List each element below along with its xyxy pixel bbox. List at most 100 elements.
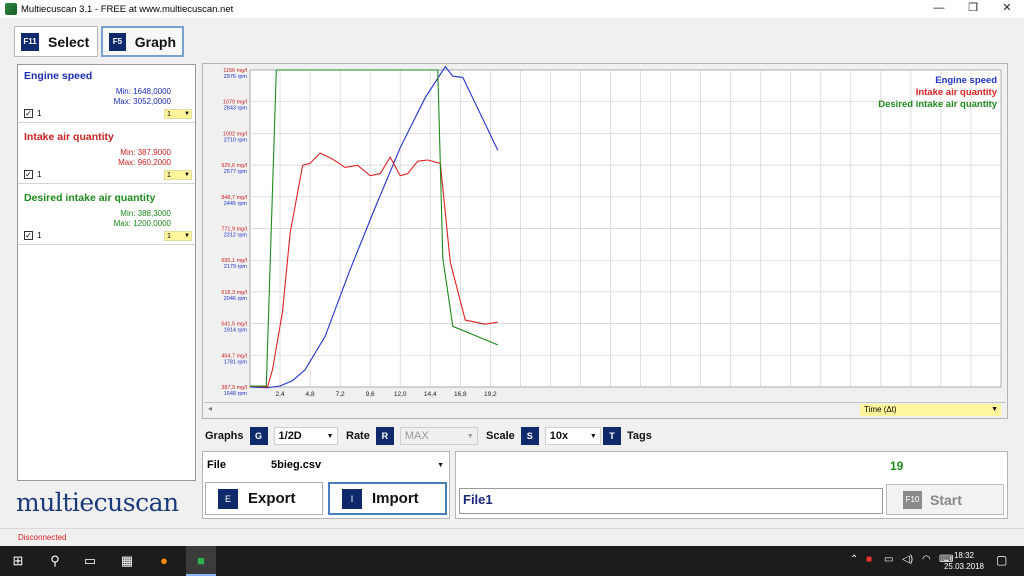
x-tick-label: 12,0 (394, 391, 407, 398)
param-dropdown[interactable]: 1 ▼ (164, 231, 192, 241)
start-button[interactable]: F10 Start (886, 484, 1004, 515)
notifications-icon[interactable]: ▢ (996, 553, 1007, 567)
param-min: Min: 388,3000 (120, 209, 171, 218)
param-checkbox[interactable]: ✓ (24, 170, 33, 179)
x-tick-label: 4,8 (306, 391, 315, 398)
task-view-icon[interactable]: ▭ (82, 553, 98, 569)
rate-label: Rate (346, 430, 370, 442)
chevron-down-icon: ▼ (589, 432, 597, 440)
tab-graph[interactable]: F5 Graph (101, 26, 184, 57)
param-intake-air[interactable]: Intake air quantity Min: 387,9000 Max: 9… (18, 126, 195, 184)
minimize-button[interactable]: — (922, 0, 956, 18)
param-dropdown[interactable]: 1 ▼ (164, 109, 192, 119)
y-tick-label-rpm: 1914 rpm (224, 328, 248, 334)
close-button[interactable]: ✕ (990, 0, 1024, 18)
chevron-down-icon: ▼ (184, 111, 190, 117)
chevron-down-icon: ▼ (184, 233, 190, 239)
param-max: Max: 960,2000 (118, 158, 171, 167)
scale-select[interactable]: 10x ▼ (544, 427, 601, 445)
maximize-button[interactable]: ❐ (956, 0, 990, 18)
x-tick-label: 19,2 (484, 391, 497, 398)
y-tick-label-rpm: 2179 rpm (224, 264, 248, 270)
search-icon[interactable]: ⚲ (47, 553, 63, 569)
rate-select-value: MAX (404, 430, 429, 442)
graphs-key: G (249, 427, 268, 445)
graphs-select[interactable]: 1/2D ▼ (273, 427, 338, 445)
windows-start-icon[interactable]: ⊞ (10, 553, 26, 569)
start-label: Start (930, 491, 962, 508)
chevron-down-icon: ▼ (991, 406, 998, 413)
legend-entry: Desired intake air quantity (878, 99, 998, 110)
param-count: 1 (37, 170, 42, 179)
antivirus-icon[interactable]: ■ (866, 554, 872, 565)
export-label: Export (248, 490, 296, 507)
file-select[interactable]: 5bieg.csv ▼ (269, 457, 447, 474)
app-icon (5, 3, 17, 15)
graphs-control: Graphs G 1/2D ▼ (205, 427, 338, 445)
taskbar-clock[interactable]: 18:32 25.03.2018 (944, 550, 984, 572)
y-tick-label-rpm: 2577 rpm (224, 169, 248, 175)
title-bar: Multiecuscan 3.1 - FREE at www.multiecus… (0, 0, 1024, 18)
x-tick-label: 7,2 (336, 391, 345, 398)
window-title: Multiecuscan 3.1 - FREE at www.multiecus… (21, 3, 234, 15)
export-key: E (218, 488, 238, 509)
sample-count: 19 (890, 459, 904, 473)
multiecuscan-taskbar-item[interactable]: ■ (186, 546, 216, 576)
scale-control: Scale S 10x ▼ (486, 427, 601, 445)
tags-control[interactable]: T Tags (603, 427, 652, 445)
param-desired-intake-air[interactable]: Desired intake air quantity Min: 388,300… (18, 187, 195, 245)
tab-select[interactable]: F11 Select (14, 26, 98, 57)
param-checkbox[interactable]: ✓ (24, 231, 33, 240)
recording-name-field[interactable]: File1 (459, 488, 883, 514)
show-hidden-icons-icon[interactable]: ⌃ (850, 554, 858, 565)
param-dropdown[interactable]: 1 ▼ (164, 170, 192, 180)
param-checkbox[interactable]: ✓ (24, 109, 33, 118)
file-panel: File 5bieg.csv ▼ E Export I Import (202, 451, 450, 519)
taskbar: ⊞ ⚲ ▭ ▦ ● ■ ⌃ ■ ▭ ◁) ◠ ⌨ 18:32 25.03.201… (0, 546, 1024, 576)
chevron-down-icon: ▼ (466, 432, 474, 440)
chart-panel: 1156 mg/l 2976 rpm 1079 mg/l 2843 rpm 1002 m… (202, 63, 1008, 419)
clock-time: 18:32 (953, 551, 974, 560)
graphs-label: Graphs (205, 430, 244, 442)
param-count: 1 (37, 231, 42, 240)
file-label: File (207, 459, 226, 471)
y-tick-label-rpm: 2710 rpm (224, 137, 248, 143)
file-select-value: 5bieg.csv (271, 459, 322, 471)
tab-graph-label: Graph (134, 33, 176, 50)
x-tick-label: 2,4 (276, 391, 285, 398)
film-app-icon[interactable]: ▦ (119, 553, 135, 569)
y-tick-label-rpm: 2312 rpm (224, 233, 248, 239)
rate-select[interactable]: MAX ▼ (399, 427, 478, 445)
time-scrollbar[interactable]: ◂ Time (Δt) ▼ (204, 402, 1006, 417)
tab-select-key: F11 (21, 32, 39, 51)
parameters-panel: Engine speed Min: 1648,0000 Max: 3052,00… (17, 64, 196, 481)
legend-entry: Engine speed (935, 75, 997, 86)
param-dropdown-value: 1 (167, 172, 171, 179)
volume-icon[interactable]: ◁) (902, 554, 913, 565)
param-dropdown-value: 1 (167, 111, 171, 118)
chevron-down-icon: ▼ (184, 172, 190, 178)
chevron-down-icon: ▼ (326, 432, 334, 440)
time-axis-select[interactable]: Time (Δt) ▼ (860, 404, 1001, 416)
import-button[interactable]: I Import (328, 482, 447, 515)
scale-label: Scale (486, 430, 515, 442)
tags-key: T (603, 427, 621, 445)
scroll-left-icon[interactable]: ◂ (208, 404, 212, 413)
export-button[interactable]: E Export (205, 482, 323, 515)
clock-date: 25.03.2018 (943, 562, 984, 571)
brand-logo: multiecuscan (16, 488, 179, 517)
firefox-icon[interactable]: ● (156, 553, 172, 569)
x-tick-label: 16,8 (454, 391, 467, 398)
import-key: I (342, 488, 362, 509)
chart-svg[interactable]: 1156 mg/l2976 rpm1079 mg/l2843 rpm1002 m… (203, 64, 1009, 404)
start-key: F10 (903, 490, 922, 509)
param-min: Min: 1648,0000 (115, 87, 171, 96)
scale-select-value: 10x (549, 430, 569, 442)
multiecuscan-icon: ■ (197, 553, 205, 568)
wifi-icon[interactable]: ◠ (922, 554, 931, 565)
param-engine-speed[interactable]: Engine speed Min: 1648,0000 Max: 3052,00… (18, 65, 195, 123)
rate-control: Rate R MAX ▼ (346, 427, 478, 445)
y-tick-label-rpm: 1648 rpm (224, 391, 248, 397)
battery-icon[interactable]: ▭ (884, 554, 893, 565)
import-label: Import (372, 490, 419, 507)
